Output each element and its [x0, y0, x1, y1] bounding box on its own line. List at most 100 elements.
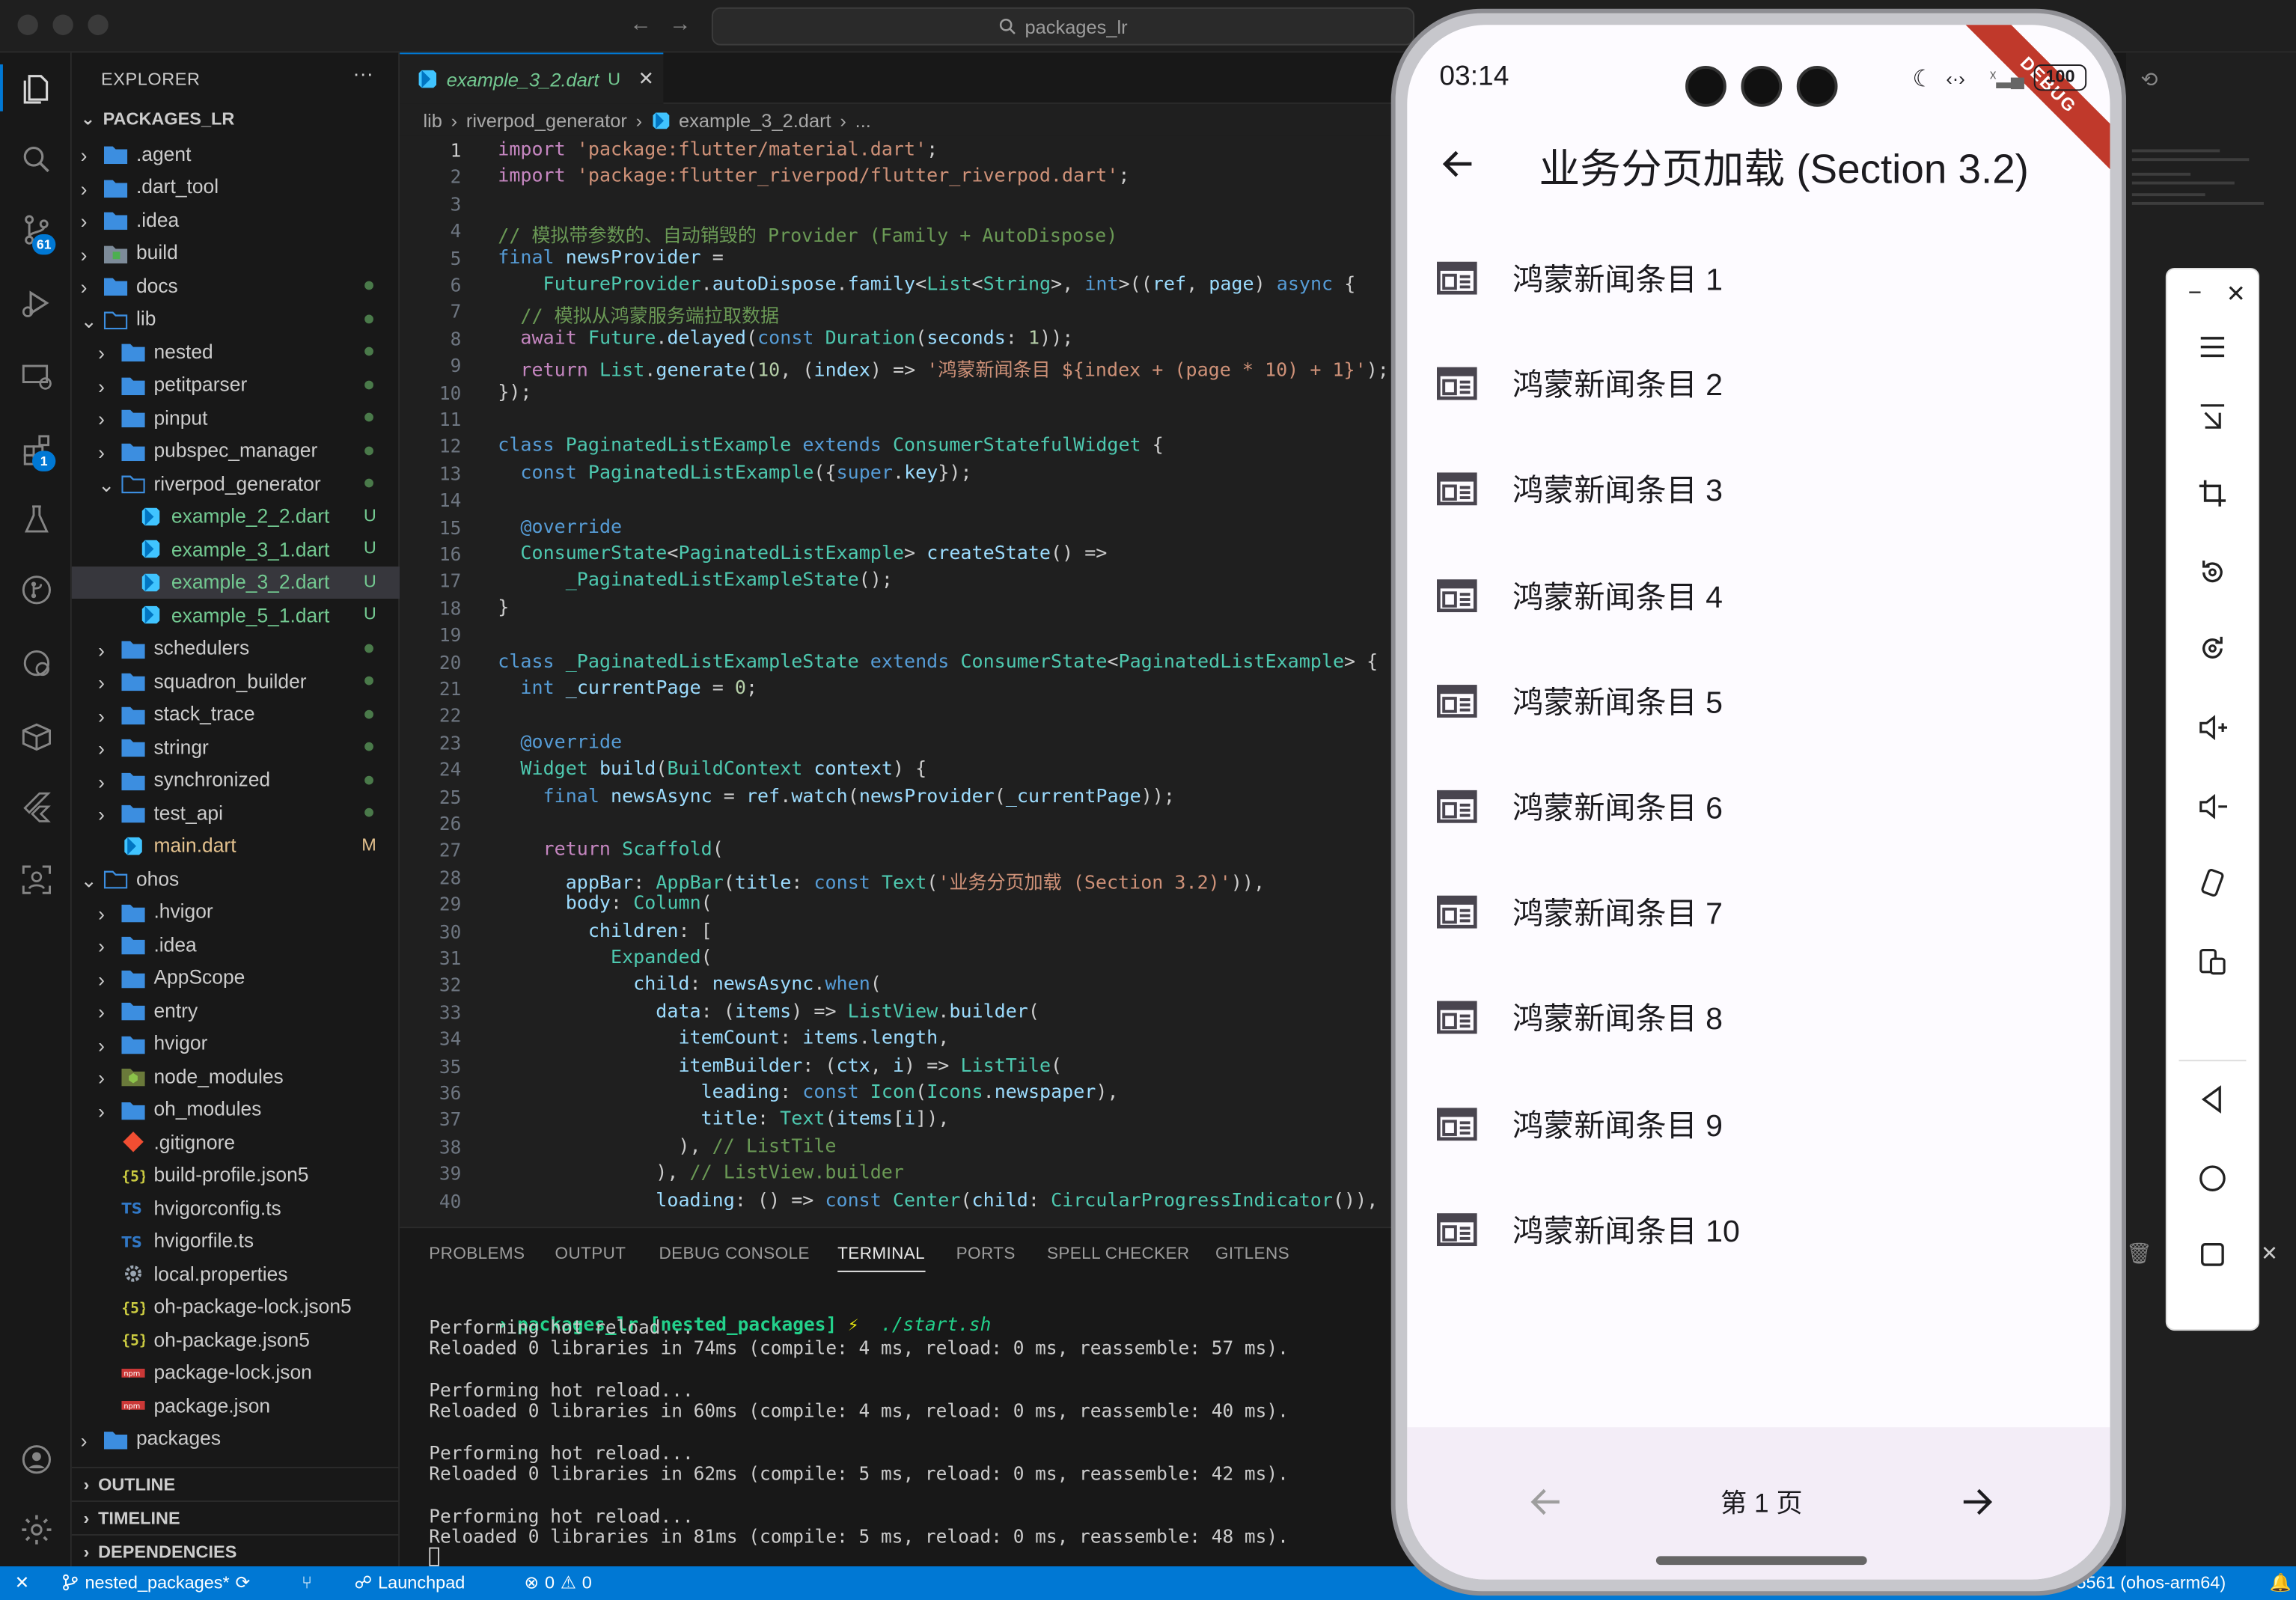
- folder-item[interactable]: › AppScope: [72, 961, 400, 993]
- code-line[interactable]: Expanded(: [498, 947, 712, 969]
- folder-item[interactable]: › nested: [72, 335, 400, 367]
- folder-item[interactable]: ⌄ lib: [72, 302, 400, 335]
- list-tile[interactable]: 鸿蒙新闻条目 7: [1407, 861, 2110, 967]
- code-line[interactable]: leading: const Icon(Icons.newspaper),: [498, 1082, 1119, 1104]
- tab-problems[interactable]: PROBLEMS: [429, 1246, 525, 1263]
- folder-item[interactable]: › build: [72, 236, 400, 269]
- testing-icon[interactable]: [17, 501, 55, 539]
- list-tile[interactable]: 鸿蒙新闻条目 3: [1407, 439, 2110, 544]
- package-icon[interactable]: [17, 717, 55, 755]
- forward-arrow-icon[interactable]: →: [669, 12, 691, 37]
- volume-up-icon[interactable]: [2190, 706, 2235, 750]
- editor-tab-example-3-2[interactable]: example_3_2.dart U ✕: [400, 52, 664, 104]
- breadcrumb-item[interactable]: riverpod_generator: [466, 109, 627, 131]
- breadcrumb-item[interactable]: ...: [855, 109, 871, 131]
- folder-item[interactable]: ⌄ ohos: [72, 862, 400, 894]
- notifications-bell-icon[interactable]: 🔔: [2270, 1572, 2292, 1593]
- remote-indicator[interactable]: ✕: [15, 1572, 30, 1593]
- list-tile[interactable]: 鸿蒙新闻条目 10: [1407, 1178, 2110, 1283]
- file-item[interactable]: example_3_1.dart U: [72, 533, 400, 565]
- code-line[interactable]: ), // ListView.builder: [498, 1163, 904, 1185]
- list-tile[interactable]: 鸿蒙新闻条目 2: [1407, 332, 2110, 438]
- folder-item[interactable]: › entry: [72, 994, 400, 1026]
- code-line[interactable]: import 'package:flutter_riverpod/flutter…: [498, 166, 1129, 188]
- file-item[interactable]: {5} build-profile.json5: [72, 1158, 400, 1191]
- code-line[interactable]: int _currentPage = 0;: [498, 678, 757, 700]
- gitlens-inspect-icon[interactable]: [17, 644, 55, 683]
- run-debug-icon[interactable]: [17, 284, 55, 322]
- tab-spell-checker[interactable]: SPELL CHECKER: [1047, 1246, 1190, 1263]
- touch-pointer-icon[interactable]: [2190, 395, 2235, 439]
- code-line[interactable]: return Scaffold(: [498, 840, 724, 861]
- code-line[interactable]: // 模拟带参数的、自动销毁的 Provider (Family + AutoD…: [498, 220, 1117, 248]
- folder-item[interactable]: › .idea: [72, 204, 400, 236]
- code-line[interactable]: @override: [498, 732, 622, 754]
- tab-terminal[interactable]: TERMINAL: [837, 1246, 926, 1272]
- file-item[interactable]: example_3_2.dart U: [71, 566, 400, 599]
- code-line[interactable]: return List.generate(10, (index) => '鸿蒙新…: [498, 355, 1389, 382]
- code-line[interactable]: FutureProvider.autoDispose.family<List<S…: [498, 274, 1356, 296]
- accounts-preview-icon[interactable]: [17, 861, 55, 899]
- code-line[interactable]: appBar: AppBar(title: const Text('业务分页加载…: [498, 867, 1265, 894]
- folder-item[interactable]: › .hvigor: [72, 895, 400, 927]
- close-icon[interactable]: ✕: [638, 67, 654, 91]
- code-line[interactable]: _PaginatedListExampleState();: [498, 570, 893, 592]
- code-line[interactable]: await Future.delayed(const Duration(seco…: [498, 328, 1073, 349]
- file-item[interactable]: TS hvigorconfig.ts: [72, 1191, 400, 1224]
- folder-item[interactable]: ⌄ riverpod_generator: [72, 467, 400, 499]
- code-line[interactable]: }: [498, 597, 509, 619]
- code-line[interactable]: });: [498, 382, 531, 403]
- folder-item[interactable]: › synchronized: [72, 763, 400, 796]
- folder-item[interactable]: › docs: [72, 269, 400, 302]
- file-item[interactable]: local.properties: [72, 1257, 400, 1289]
- folder-item[interactable]: › petitparser: [72, 368, 400, 400]
- file-item[interactable]: example_5_1.dart U: [72, 599, 400, 631]
- crop-screenshot-icon[interactable]: [2190, 471, 2235, 516]
- timeline-section[interactable]: › TIMELINE: [71, 1500, 400, 1533]
- folder-item[interactable]: › .agent: [72, 138, 400, 170]
- code-line[interactable]: body: Column(: [498, 894, 712, 915]
- close-emulator-button[interactable]: ✕: [2214, 272, 2258, 317]
- code-line[interactable]: itemBuilder: (ctx, i) => ListTile(: [498, 1055, 1062, 1077]
- folder-item[interactable]: › node_modules: [72, 1060, 400, 1092]
- explorer-icon[interactable]: [17, 70, 55, 109]
- branch-indicator[interactable]: nested_packages* ⟳: [61, 1572, 250, 1593]
- file-item[interactable]: example_2_2.dart U: [72, 500, 400, 532]
- breadcrumb-item[interactable]: example_3_2.dart: [679, 109, 831, 131]
- list-tile[interactable]: 鸿蒙新闻条目 1: [1407, 227, 2110, 332]
- folder-item[interactable]: › hvigor: [72, 1027, 400, 1059]
- list-tile[interactable]: 鸿蒙新闻条目 9: [1407, 1072, 2110, 1178]
- breadcrumb-item[interactable]: lib: [423, 109, 442, 131]
- folder-item[interactable]: › pubspec_manager: [72, 434, 400, 466]
- explorer-more-button[interactable]: ···: [353, 61, 373, 85]
- code-line[interactable]: ), // ListTile: [498, 1136, 836, 1158]
- multi-device-icon[interactable]: [2190, 940, 2235, 984]
- close-panel-icon[interactable]: ✕: [2261, 1242, 2278, 1266]
- folder-item[interactable]: › packages: [72, 1422, 400, 1454]
- file-item[interactable]: .gitignore: [72, 1126, 400, 1158]
- workspace-root-header[interactable]: ⌄ PACKAGES_LR: [81, 109, 235, 129]
- code-line[interactable]: loading: () => const Center(child: Circu…: [498, 1190, 1378, 1212]
- minimize-window-button[interactable]: [52, 14, 73, 35]
- list-tile[interactable]: 鸿蒙新闻条目 6: [1407, 755, 2110, 861]
- dependencies-section[interactable]: › DEPENDENCIES: [71, 1533, 400, 1566]
- code-line[interactable]: children: [: [498, 920, 712, 942]
- tab-debug-console[interactable]: DEBUG CONSOLE: [659, 1246, 809, 1263]
- file-item[interactable]: TS hvigorfile.ts: [72, 1224, 400, 1257]
- code-line[interactable]: @override: [498, 516, 622, 538]
- folder-item[interactable]: › .dart_tool: [72, 171, 400, 203]
- list-tile[interactable]: 鸿蒙新闻条目 4: [1407, 544, 2110, 650]
- account-icon[interactable]: [17, 1441, 55, 1479]
- outline-section[interactable]: › OUTLINE: [71, 1467, 400, 1499]
- code-line[interactable]: Widget build(BuildContext context) {: [498, 759, 926, 781]
- minimize-emulator-button[interactable]: −: [2173, 272, 2217, 317]
- folder-item[interactable]: › oh_modules: [72, 1093, 400, 1125]
- nav-back-icon[interactable]: [2190, 1078, 2235, 1122]
- file-item[interactable]: npm package.json: [72, 1389, 400, 1421]
- code-line[interactable]: // 模拟从鸿蒙服务端拉取数据: [498, 301, 779, 329]
- code-line[interactable]: data: (items) => ListView.builder(: [498, 1001, 1039, 1023]
- code-line[interactable]: itemCount: items.length,: [498, 1028, 949, 1050]
- launchpad-indicator[interactable]: ☍ Launchpad: [354, 1572, 465, 1593]
- code-line[interactable]: class _PaginatedListExampleState extends…: [498, 651, 1378, 673]
- tab-output[interactable]: OUTPUT: [555, 1246, 626, 1263]
